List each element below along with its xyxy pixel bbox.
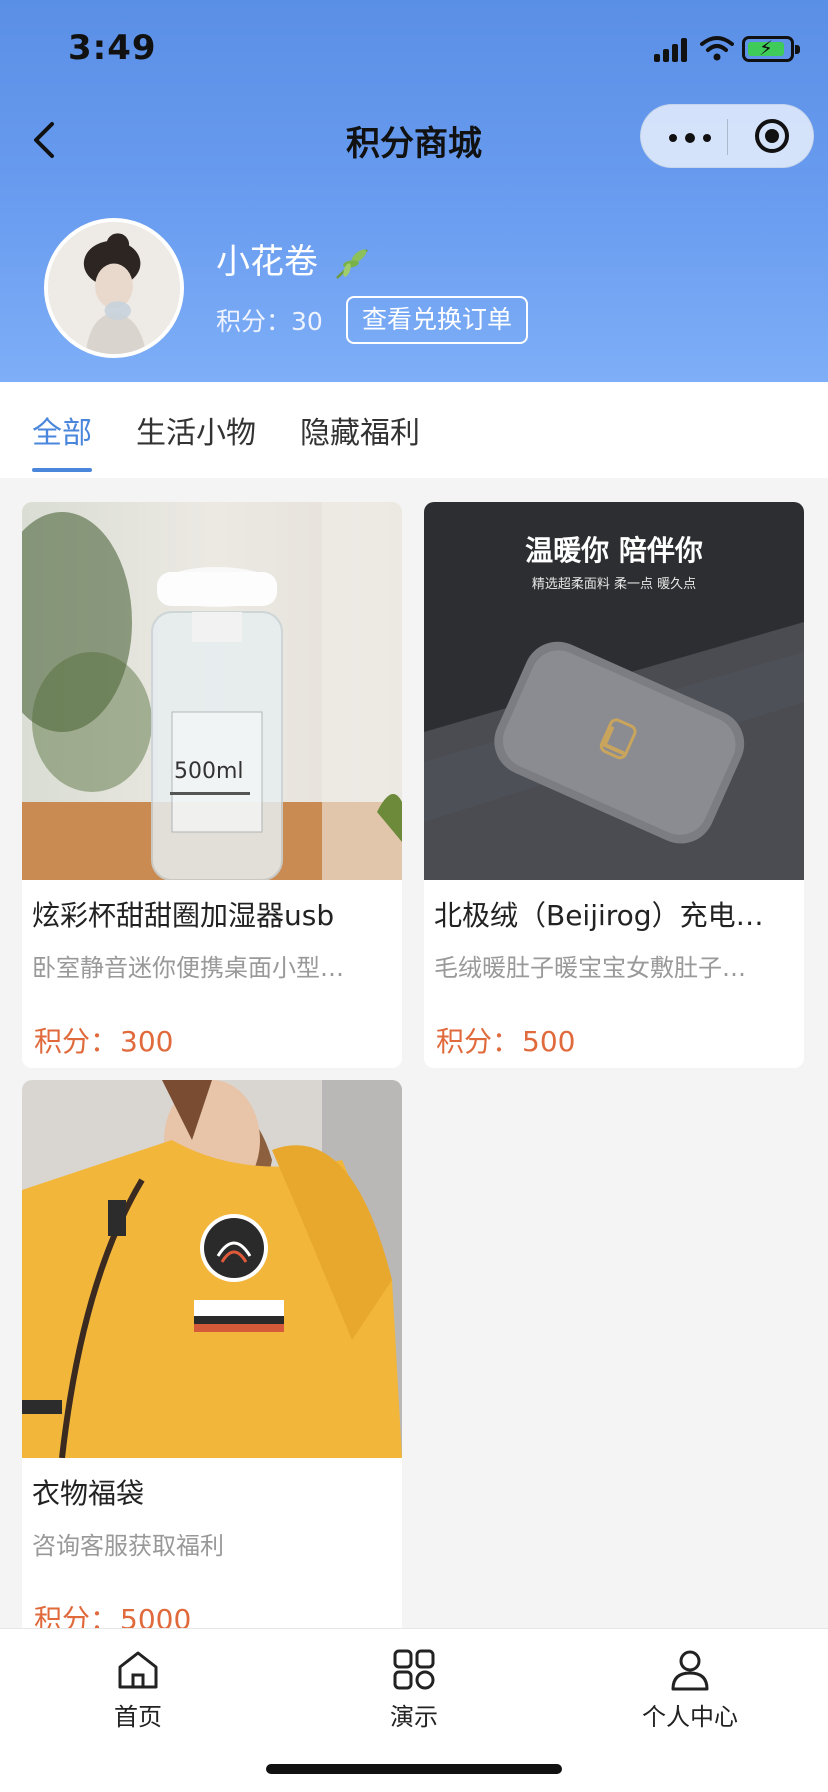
status-bar: 3:49 ⚡: [0, 0, 828, 100]
svg-text:500ml: 500ml: [174, 759, 244, 784]
tab-daily-items[interactable]: 生活小物: [136, 408, 256, 452]
wifi-icon: [700, 36, 734, 61]
status-time: 3:49: [68, 28, 157, 68]
product-price: 积分：500: [436, 1025, 576, 1058]
home-icon: [118, 1651, 158, 1689]
tabbar-home[interactable]: 首页: [58, 1649, 218, 1732]
leaf-icon: [335, 248, 368, 279]
username: 小花卷: [216, 234, 373, 283]
product-description: 卧室静音迷你便携桌面小型…: [32, 954, 344, 982]
product-card[interactable]: 衣物福袋 咨询客服获取福利 积分：5000: [22, 1080, 402, 1646]
tabbar-demo[interactable]: 演示: [334, 1649, 494, 1732]
product-title: 北极绒（Beijirog）充电…: [434, 899, 764, 932]
product-title: 炫彩杯甜甜圈加湿器usb: [32, 899, 335, 932]
tabbar-home-label: 首页: [114, 1703, 162, 1731]
more-icon[interactable]: [661, 119, 717, 155]
user-profile: 小花卷 积分：30 查看兑换订单: [0, 210, 828, 360]
product-image: 温暖你 陪伴你 精选超柔面料 柔一点 暖久点: [424, 502, 804, 880]
view-orders-button[interactable]: 查看兑换订单: [346, 296, 529, 344]
product-card[interactable]: 温暖你 陪伴你 精选超柔面料 柔一点 暖久点 北极绒（Beijirog）充电… …: [424, 502, 804, 1068]
signal-icon: [654, 38, 690, 62]
close-mini-program-icon[interactable]: [753, 117, 793, 157]
person-icon: [671, 1650, 709, 1691]
mini-program-capsule: [640, 104, 814, 168]
home-indicator: [266, 1764, 562, 1774]
nav-bar: 积分商城: [0, 100, 828, 180]
grid-icon: [393, 1649, 435, 1690]
tab-hidden-benefits[interactable]: 隐藏福利: [300, 408, 420, 452]
avatar[interactable]: [44, 218, 184, 358]
tabbar-demo-label: 演示: [390, 1703, 438, 1731]
product-description: 毛绒暖肚子暖宝宝女敷肚子…: [434, 954, 746, 982]
product-image: 500ml: [22, 502, 402, 880]
product-price: 积分：300: [34, 1025, 174, 1058]
tabbar-profile[interactable]: 个人中心: [610, 1649, 770, 1732]
active-tab-indicator: [32, 468, 92, 472]
svg-text:温暖你 陪伴你: 温暖你 陪伴你: [525, 534, 703, 567]
category-tabs: 全部 生活小物 隐藏福利: [0, 382, 828, 478]
tab-all[interactable]: 全部: [32, 408, 92, 452]
product-description: 咨询客服获取福利: [32, 1532, 224, 1560]
svg-text:精选超柔面料 柔一点 暖久点: 精选超柔面料 柔一点 暖久点: [532, 577, 696, 592]
product-title: 衣物福袋: [32, 1477, 145, 1510]
product-card[interactable]: 500ml 炫彩杯甜甜圈加湿器usb 卧室静音迷你便携桌面小型… 积分：300: [22, 502, 402, 1068]
product-image: [22, 1080, 402, 1458]
tabbar-profile-label: 个人中心: [642, 1703, 738, 1731]
battery-icon: ⚡: [742, 36, 800, 62]
points-display: 积分：30: [216, 307, 323, 336]
